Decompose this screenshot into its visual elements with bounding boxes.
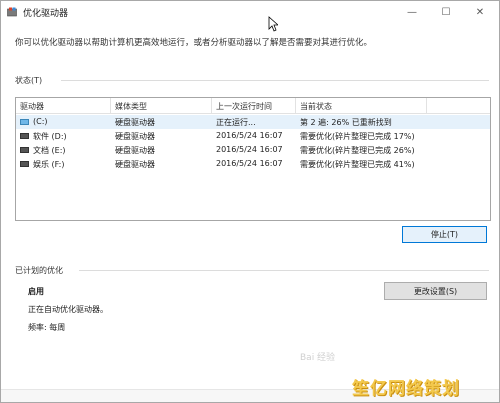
- last-run: 2016/5/24 16:07: [216, 145, 283, 154]
- schedule-section-label: 已计划的优化: [15, 266, 63, 275]
- maximize-button[interactable]: ☐: [429, 1, 463, 23]
- description-text: 你可以优化驱动器以帮助计算机更高效地运行，或者分析驱动器以了解是否需要对其进行优…: [15, 38, 373, 48]
- last-run: 2016/5/24 16:07: [216, 131, 283, 140]
- window-title: 优化驱动器: [23, 9, 69, 19]
- table-header: 驱动器 媒体类型 上一次运行时间 当前状态: [16, 98, 490, 114]
- system-drive-icon: [20, 119, 29, 125]
- media-type: 硬盘驱动器: [115, 160, 155, 169]
- optimize-drives-window: 优化驱动器 — ☐ ✕ 你可以优化驱动器以帮助计算机更高效地运行，或者分析驱动器…: [0, 0, 500, 403]
- column-divider[interactable]: [211, 98, 212, 113]
- change-settings-button[interactable]: 更改设置(S): [384, 282, 487, 300]
- column-header-status[interactable]: 当前状态: [300, 101, 332, 112]
- drive-icon: [20, 133, 29, 139]
- mouse-cursor-icon: [268, 16, 278, 32]
- media-type: 硬盘驱动器: [115, 132, 155, 141]
- column-divider[interactable]: [110, 98, 111, 113]
- schedule-description: 正在自动优化驱动器。: [28, 305, 108, 314]
- column-divider[interactable]: [426, 98, 427, 113]
- column-header-drive[interactable]: 驱动器: [20, 101, 44, 112]
- drive-icon: [20, 161, 29, 167]
- title-bar[interactable]: 优化驱动器 — ☐ ✕: [1, 1, 499, 23]
- table-row[interactable]: (C:) 硬盘驱动器 正在运行... 第 2 遍: 26% 已重新找到: [16, 115, 490, 129]
- table-row[interactable]: 娱乐 (F:) 硬盘驱动器 2016/5/24 16:07 需要优化(碎片整理已…: [16, 157, 490, 171]
- current-status: 第 2 遍: 26% 已重新找到: [300, 118, 392, 127]
- column-divider[interactable]: [295, 98, 296, 113]
- last-run: 正在运行...: [216, 118, 256, 127]
- table-row[interactable]: 文档 (E:) 硬盘驱动器 2016/5/24 16:07 需要优化(碎片整理已…: [16, 143, 490, 157]
- site-watermark: 笙亿网络策划: [352, 379, 460, 399]
- app-icon: [7, 7, 17, 17]
- drive-name: 文档 (E:): [33, 146, 66, 155]
- drives-table[interactable]: 驱动器 媒体类型 上一次运行时间 当前状态 (C:) 硬盘驱动器 正在运行...…: [15, 97, 491, 221]
- column-header-last-run[interactable]: 上一次运行时间: [216, 101, 272, 112]
- schedule-divider: [79, 270, 489, 271]
- drive-name: 软件 (D:): [33, 132, 67, 141]
- close-button[interactable]: ✕: [463, 1, 497, 23]
- status-divider: [61, 80, 489, 81]
- drive-name: (C:): [33, 117, 48, 126]
- status-section-label: 状态(T): [15, 76, 43, 85]
- current-status: 需要优化(碎片整理已完成 26%): [300, 146, 415, 155]
- drive-icon: [20, 147, 29, 153]
- current-status: 需要优化(碎片整理已完成 17%): [300, 132, 415, 141]
- baidu-watermark: Bai 经验: [300, 353, 336, 363]
- column-header-media[interactable]: 媒体类型: [115, 101, 147, 112]
- last-run: 2016/5/24 16:07: [216, 159, 283, 168]
- current-status: 需要优化(碎片整理已完成 41%): [300, 160, 415, 169]
- table-row[interactable]: 软件 (D:) 硬盘驱动器 2016/5/24 16:07 需要优化(碎片整理已…: [16, 129, 490, 143]
- stop-button[interactable]: 停止(T): [402, 226, 487, 243]
- schedule-state: 启用: [28, 287, 44, 296]
- minimize-button[interactable]: —: [395, 1, 429, 23]
- drive-name: 娱乐 (F:): [33, 160, 65, 169]
- media-type: 硬盘驱动器: [115, 118, 155, 127]
- media-type: 硬盘驱动器: [115, 146, 155, 155]
- schedule-frequency: 频率: 每周: [28, 323, 66, 332]
